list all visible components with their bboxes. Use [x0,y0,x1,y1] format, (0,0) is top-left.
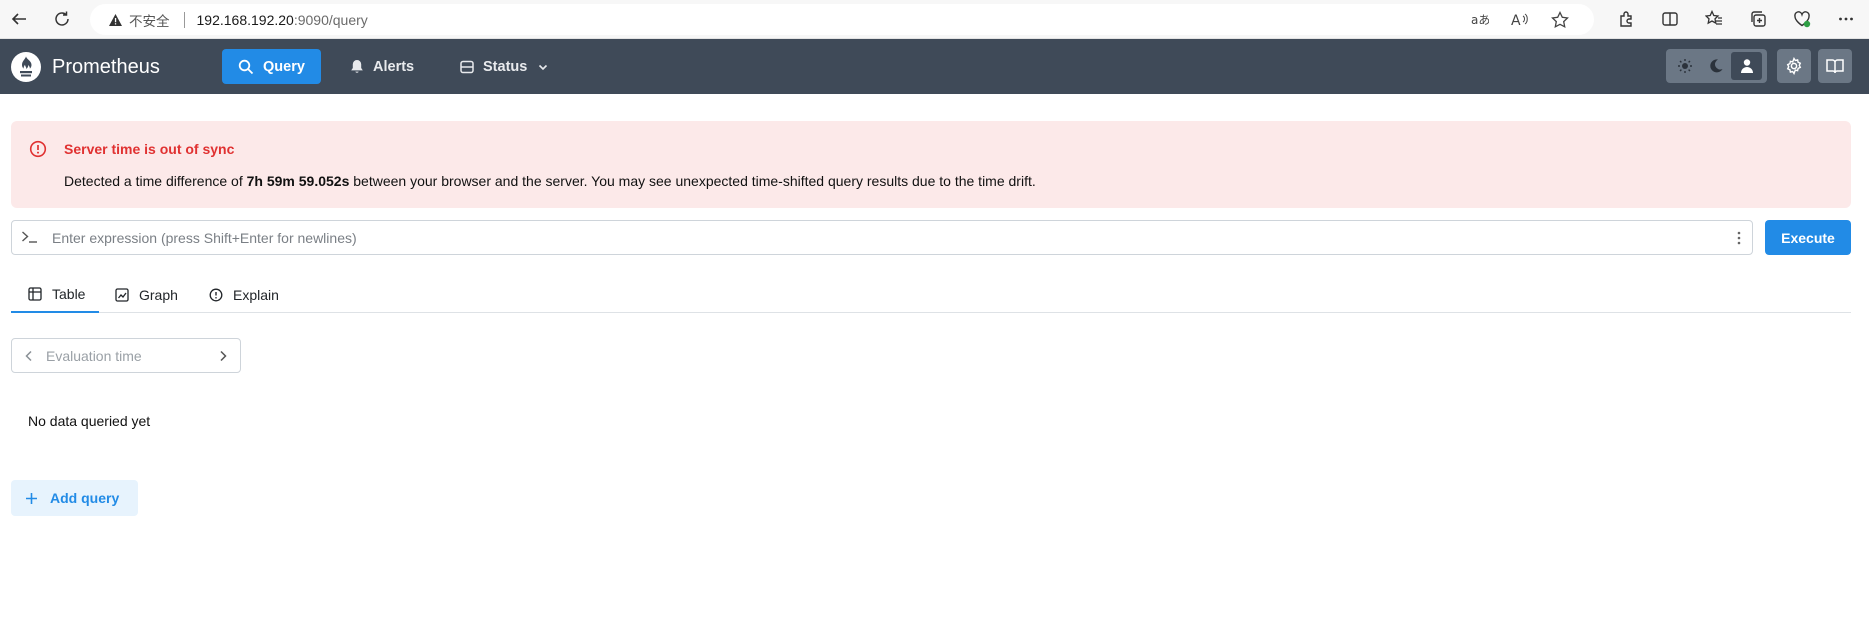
chevron-right-icon [220,350,227,361]
theme-auto-button[interactable] [1731,52,1762,80]
moon-icon [1709,59,1722,73]
plus-icon [26,492,37,504]
theme-switcher [1666,49,1767,83]
arrow-left-icon [11,13,26,25]
chevron-down-icon [539,64,548,70]
previous-time-button[interactable] [12,350,46,362]
address-divider [183,11,185,28]
nav-query-label: Query [263,58,305,75]
gear-icon [1786,57,1802,75]
expression-options-icon[interactable] [1736,229,1742,247]
evaluation-time-picker: Evaluation time [11,338,241,373]
warning-triangle-icon [108,13,123,27]
expression-input[interactable] [52,221,1702,254]
back-button[interactable] [2,2,36,36]
add-query-label: Add query [50,490,120,506]
text-size-icon[interactable]: A [1500,7,1540,32]
tab-graph[interactable]: Graph [115,276,178,313]
theme-dark-button[interactable] [1700,52,1731,80]
alert-circle-icon [29,140,47,158]
nav-alerts-label: Alerts [373,58,415,75]
alert-time-difference: 7h 59m 59.052s [246,173,350,189]
tab-explain-label: Explain [233,286,279,303]
next-time-button[interactable] [206,350,240,362]
tab-table[interactable]: Table [11,276,99,313]
settings-button[interactable] [1777,49,1811,83]
read-aloud-icon[interactable]: aあ [1460,7,1500,32]
browser-toolbar: 不安全 192.168.192.20:9090/query aあ A [0,0,1869,39]
result-tabs: Table Graph Explain [11,276,1851,313]
alert-message-prefix: Detected a time difference of [64,173,247,189]
nav-status-dropdown[interactable]: Status [460,49,549,84]
add-query-button[interactable]: Add query [11,480,138,516]
svg-text:A: A [1511,13,1521,28]
documentation-button[interactable] [1818,49,1852,83]
collections-icon[interactable] [1736,2,1780,36]
table-icon [28,286,42,301]
brand[interactable]: Prometheus [11,52,160,82]
time-sync-alert: Server time is out of sync Detected a ti… [11,121,1851,208]
more-icon[interactable] [1824,2,1868,36]
execute-button[interactable]: Execute [1765,220,1851,255]
sun-icon [1677,59,1692,73]
tab-table-label: Table [52,285,86,302]
theme-light-button[interactable] [1669,52,1700,80]
alert-message-suffix: between your browser and the server. You… [349,173,1036,189]
extensions-icon[interactable] [1604,2,1648,36]
info-circle-icon [209,288,223,301]
reload-icon [55,11,69,26]
chevron-left-icon [25,350,32,361]
insecure-label: 不安全 [129,13,170,29]
app-navbar: Prometheus Query Alerts Status [0,39,1869,94]
reload-button[interactable] [45,2,79,36]
nav-query[interactable]: Query [222,49,321,84]
favorites-icon[interactable] [1692,2,1736,36]
evaluation-time-input[interactable]: Evaluation time [46,348,206,364]
tab-graph-label: Graph [139,286,178,303]
nav-status-label: Status [483,58,528,75]
tab-explain[interactable]: Explain [209,276,279,313]
address-bar[interactable]: 不安全 192.168.192.20:9090/query aあ A [90,4,1594,35]
alert-title: Server time is out of sync [64,141,235,157]
prometheus-logo-icon [11,52,41,82]
split-screen-icon[interactable] [1648,2,1692,36]
server-icon [460,60,474,73]
expression-field [11,220,1753,255]
search-icon [238,59,254,74]
svg-text:aあ: aあ [1471,13,1489,27]
empty-results-message: No data queried yet [28,413,151,429]
browser-essentials-icon[interactable] [1780,2,1824,36]
url-path: :9090/query [293,11,368,28]
alert-message: Detected a time difference of 7h 59m 59.… [64,173,1036,189]
user-icon [1740,59,1753,73]
brand-name: Prometheus [52,55,160,78]
bell-icon [351,60,363,73]
nav-alerts[interactable]: Alerts [350,49,414,84]
book-icon [1826,59,1844,74]
url-host: 192.168.192.20 [196,11,294,28]
chart-icon [115,287,129,302]
terminal-prompt-icon [21,229,39,245]
favorite-star-icon[interactable] [1540,7,1580,32]
